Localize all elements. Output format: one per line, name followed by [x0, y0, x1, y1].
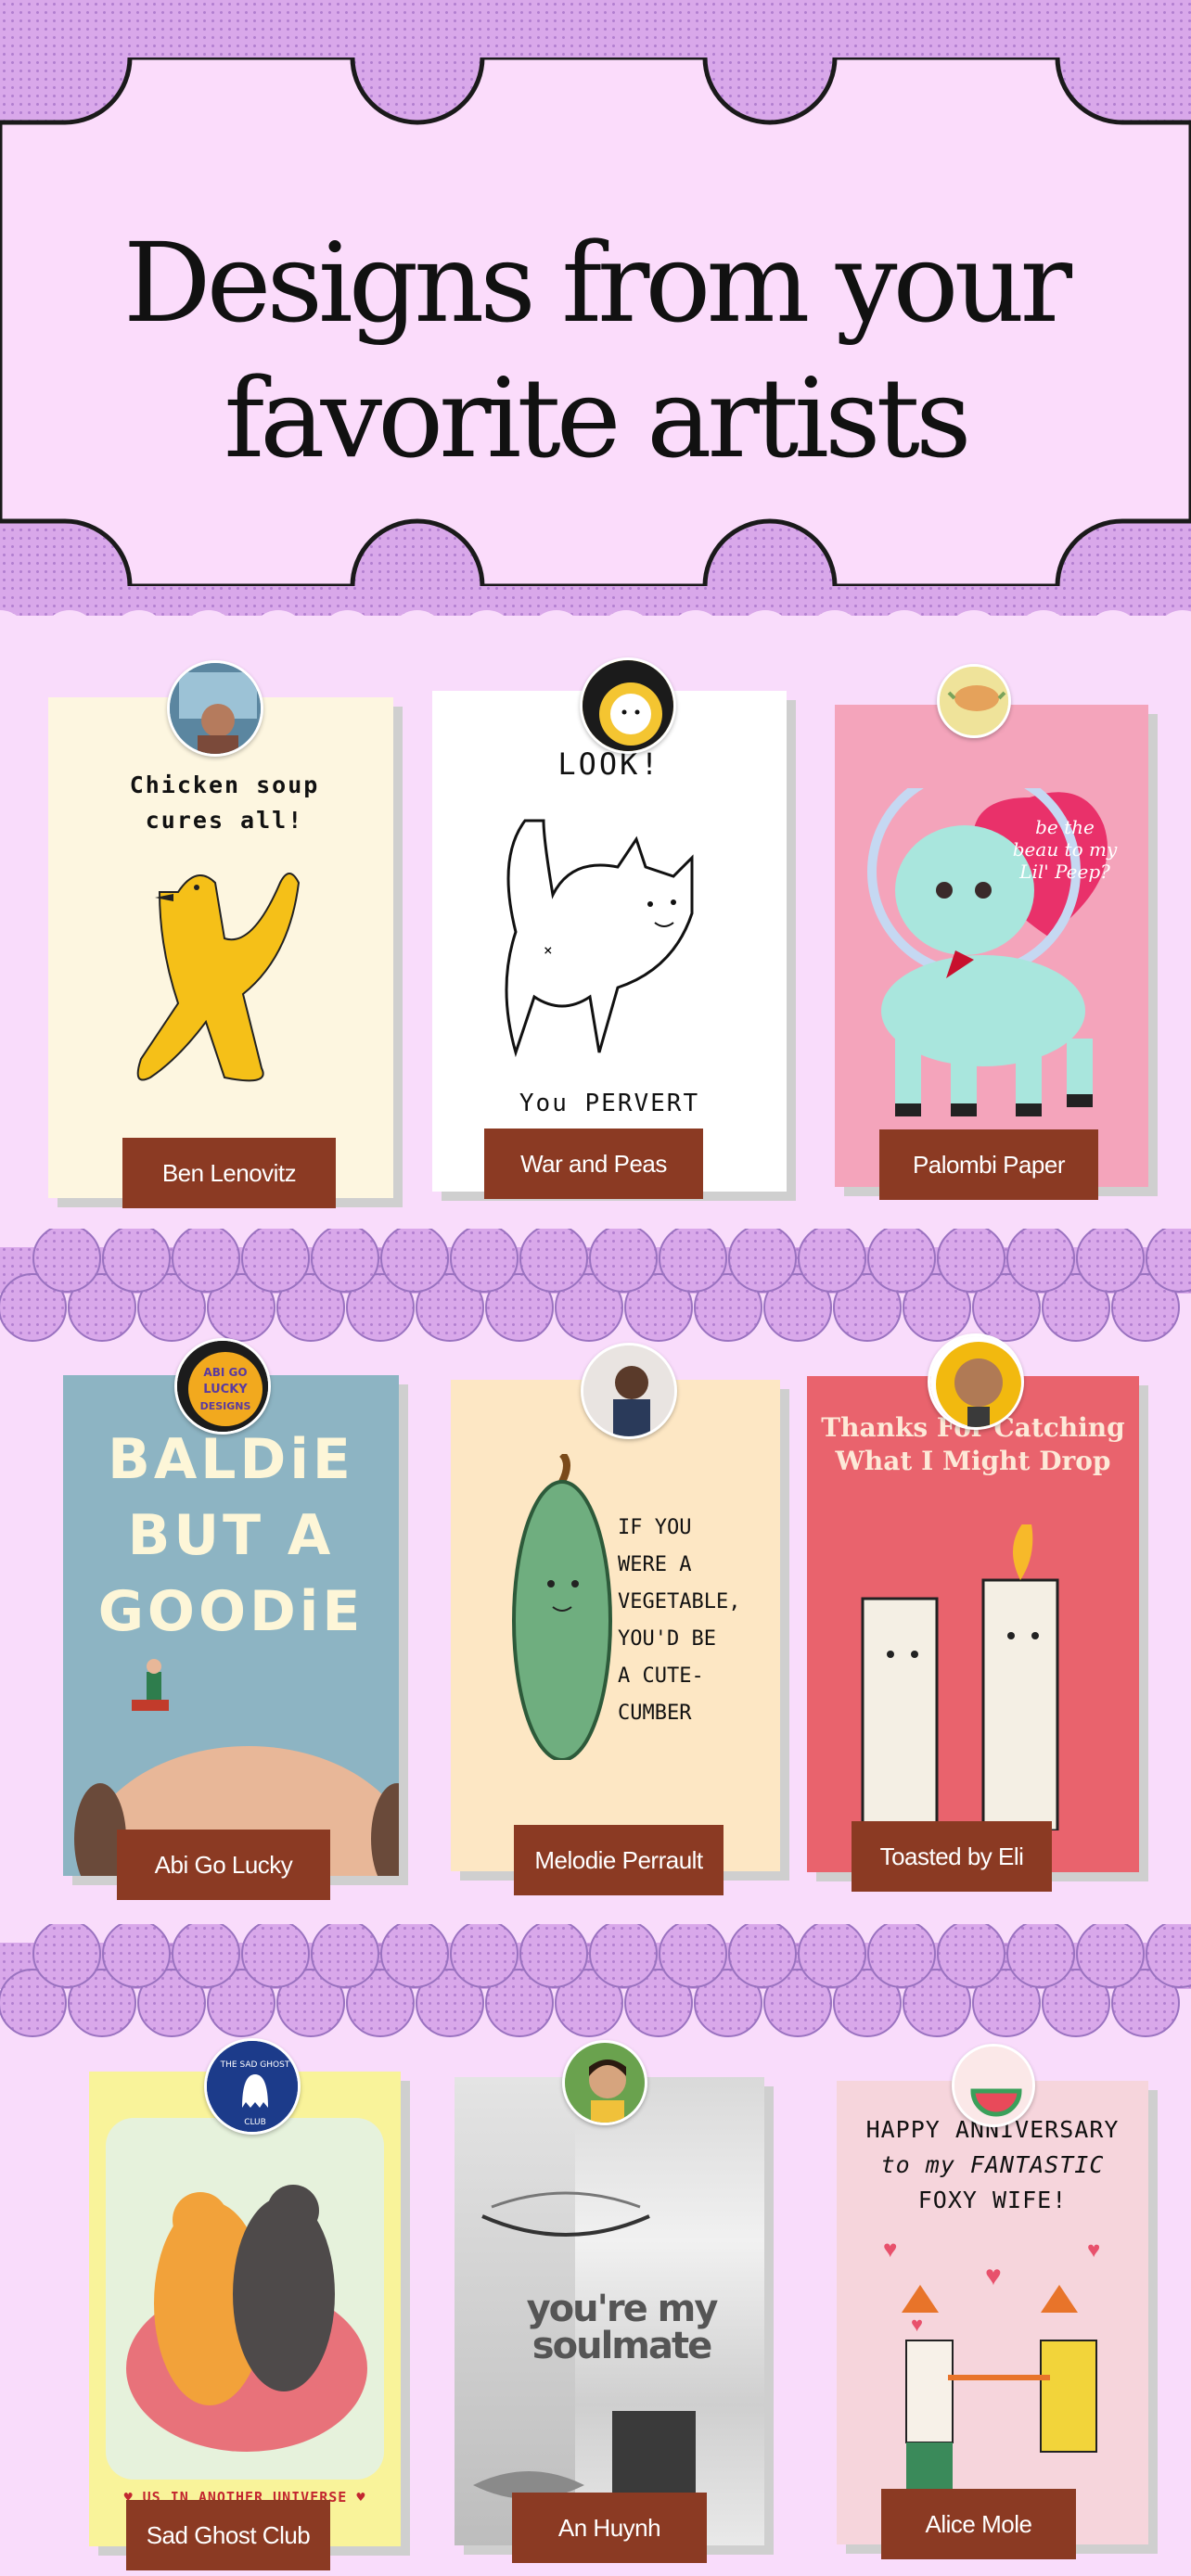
dancing-foxes-illustration: ♥ ♥ ♥ ♥ — [883, 2235, 1100, 2498]
card-artwork: ♥ US IN ANOTHER UNIVERSE ♥ — [89, 2072, 401, 2546]
svg-text:DESIGNS: DESIGNS — [200, 1400, 251, 1412]
page-title-line-2: favorite artists — [224, 354, 971, 482]
card-palombi-paper[interactable]: be the beau to my Lil' Peep? Palombi Pap… — [835, 664, 1158, 1200]
svg-text:♥: ♥ — [883, 2235, 897, 2263]
cats-hugging-illustration — [126, 2185, 367, 2452]
cucumber-illustration — [512, 1454, 612, 1760]
card-sad-ghost-club[interactable]: ♥ US IN ANOTHER UNIVERSE ♥ THE SAD GHOST… — [89, 2038, 410, 2570]
card-artwork: Chicken soup cures all! — [48, 697, 393, 1198]
card-an-huynh[interactable]: you're my soulmate An Huynh — [455, 2040, 774, 2563]
divider-lower — [0, 1924, 1191, 2037]
card-artwork: Thanks For Catching What I Might Drop — [807, 1376, 1139, 1872]
card-art-text: be the beau to my Lil' Peep? — [1012, 816, 1118, 883]
svg-text:♥: ♥ — [911, 2313, 923, 2336]
avatar: THE SAD GHOST CLUB — [204, 2038, 301, 2135]
card-artwork: LOOK! × You PERVERT — [432, 691, 787, 1192]
white-cat-illustration: × — [505, 819, 694, 1058]
card-art-text: BALDiE BUT A GOODiE — [97, 1427, 365, 1644]
collage-block — [612, 2411, 696, 2504]
artist-name-tag: Ben Lenovitz — [122, 1138, 336, 1208]
svg-text:ABI GO: ABI GO — [203, 1366, 247, 1379]
card-alice-mole[interactable]: HAPPY ANNIVERSARY to my FANTASTIC FOXY W… — [837, 2044, 1158, 2559]
artist-name-tag: Abi Go Lucky — [117, 1830, 330, 1900]
card-melodie-perrault[interactable]: IF YOU WERE A VEGETABLE, YOU'D BE A CUTE… — [451, 1343, 789, 1895]
avatar — [581, 1343, 677, 1439]
closed-eye-illustration — [481, 2191, 650, 2237]
artist-name-tag: Sad Ghost Club — [126, 2500, 330, 2570]
svg-text:♥: ♥ — [1087, 2238, 1100, 2263]
avatar: ABI GO LUCKY DESIGNS — [174, 1338, 271, 1435]
yellow-dancer-illustration — [136, 873, 301, 1082]
artist-name-tag: Melodie Perrault — [514, 1825, 724, 1895]
card-art-text: HAPPY ANNIVERSARY to my FANTASTIC FOXY W… — [865, 2116, 1120, 2213]
avatar — [580, 657, 676, 754]
avatar — [167, 660, 263, 757]
card-artwork: HAPPY ANNIVERSARY to my FANTASTIC FOXY W… — [837, 2081, 1148, 2544]
divider-top — [0, 593, 1191, 649]
heart-icon: ♥ — [356, 2489, 366, 2506]
card-war-and-peas[interactable]: LOOK! × You PERVERT War and Peas — [432, 657, 796, 1201]
card-art-text: Chicken soup cures all! — [129, 772, 320, 834]
page-title: Designs from your favorite artists — [56, 215, 1135, 486]
card-art-text: you're my soulmate — [526, 2288, 719, 2367]
artist-name-tag: Alice Mole — [881, 2489, 1076, 2559]
avatar — [928, 1333, 1024, 1430]
svg-text:CLUB: CLUB — [244, 2118, 266, 2127]
card-artwork: BALDiE BUT A GOODiE — [63, 1375, 399, 1876]
title-frame: Designs from your favorite artists — [0, 57, 1191, 586]
candles-illustration — [861, 1524, 1059, 1830]
divider-middle — [0, 1229, 1191, 1342]
card-ben-lenovitz[interactable]: Chicken soup cures all! Ben Lenovitz — [48, 660, 403, 1208]
artist-name-tag: War and Peas — [484, 1129, 703, 1199]
card-toasted-by-eli[interactable]: Thanks For Catching What I Might Drop To… — [807, 1333, 1148, 1892]
avatar — [562, 2040, 647, 2125]
card-art-text: IF YOU WERE A VEGETABLE, YOU'D BE A CUTE… — [618, 1516, 741, 1725]
svg-text:LUCKY: LUCKY — [203, 1383, 248, 1396]
page-title-line-1: Designs from your — [123, 219, 1072, 347]
card-artwork: be the beau to my Lil' Peep? — [835, 705, 1148, 1187]
card-art-text-top: LOOK! — [557, 746, 661, 782]
artist-name-tag: An Huynh — [512, 2493, 707, 2563]
card-artwork: IF YOU WERE A VEGETABLE, YOU'D BE A CUTE… — [451, 1380, 780, 1871]
svg-text:♥: ♥ — [985, 2261, 1002, 2291]
avatar — [952, 2044, 1035, 2127]
artist-name-tag: Toasted by Eli — [852, 1821, 1052, 1892]
svg-text:THE SAD GHOST: THE SAD GHOST — [220, 2060, 290, 2070]
card-abi-go-lucky[interactable]: BALDiE BUT A GOODiE ABI GO LUCKY DESIGNS… — [63, 1338, 408, 1900]
artist-name-tag: Palombi Paper — [879, 1129, 1098, 1200]
svg-text:×: × — [544, 941, 553, 959]
avatar — [937, 664, 1011, 738]
card-art-text-bottom: You PERVERT — [519, 1090, 700, 1117]
card-artwork: you're my soulmate — [455, 2077, 764, 2545]
